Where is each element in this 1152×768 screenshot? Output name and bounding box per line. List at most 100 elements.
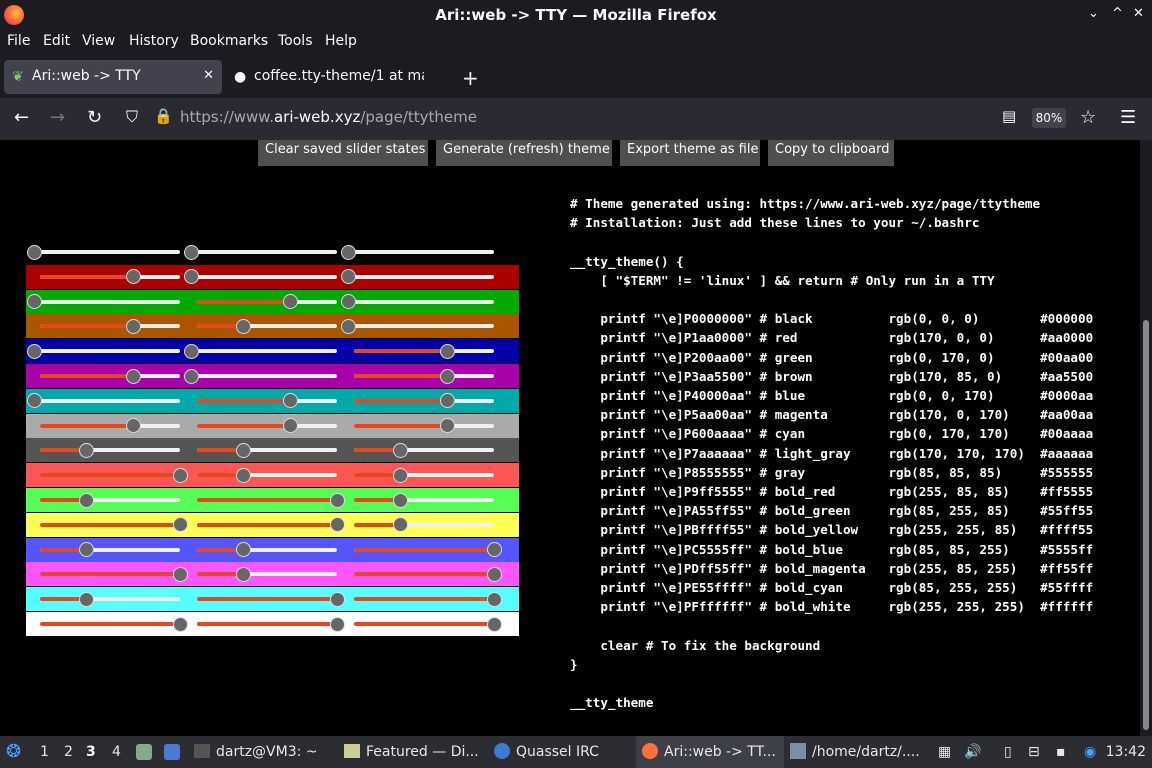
slider-thumb-b[interactable] — [439, 418, 455, 434]
address-bar[interactable]: https://www.ari-web.xyz/page/ttytheme — [180, 108, 477, 126]
maximize-button[interactable]: ^ — [1112, 6, 1123, 21]
slider-thumb-b[interactable] — [340, 269, 356, 285]
slider-track-r[interactable] — [40, 250, 180, 254]
slider-track-r[interactable] — [40, 622, 180, 626]
notification-icon[interactable]: ▪ — [1056, 736, 1066, 768]
tab-ari-web[interactable]: ❦ Ari::web -> TTY ✕ — [4, 60, 222, 94]
slider-track-g[interactable] — [197, 299, 337, 304]
hamburger-menu-icon[interactable]: ☰ — [1120, 107, 1136, 128]
slider-track-b[interactable] — [354, 398, 494, 403]
slider-track-g[interactable] — [197, 398, 337, 403]
slider-track-r[interactable] — [40, 274, 180, 279]
slider-thumb-b[interactable] — [393, 492, 409, 508]
slider-thumb-r[interactable] — [125, 368, 141, 384]
slider-thumb-g[interactable] — [236, 566, 252, 582]
slider-thumb-r[interactable] — [79, 442, 95, 458]
export-theme-button[interactable]: Export theme as file — [620, 140, 760, 166]
slider-thumb-r[interactable] — [172, 517, 188, 533]
slider-thumb-g[interactable] — [183, 343, 199, 359]
copy-clipboard-button[interactable]: Copy to clipboard — [768, 140, 894, 166]
taskbar-item-quassel[interactable]: Quassel IRC — [494, 736, 599, 768]
slider-track-b[interactable] — [354, 250, 494, 254]
slider-thumb-b[interactable] — [439, 343, 455, 359]
slider-track-r[interactable] — [40, 324, 180, 329]
scrollbar-thumb[interactable] — [1143, 320, 1149, 730]
slider-track-g[interactable] — [197, 250, 337, 254]
slider-thumb-r[interactable] — [125, 418, 141, 434]
slider-track-r[interactable] — [40, 423, 180, 428]
slider-thumb-r[interactable] — [172, 566, 188, 582]
menu-file[interactable]: File — [7, 33, 30, 49]
slider-track-g[interactable] — [197, 473, 337, 478]
slider-thumb-g[interactable] — [183, 244, 199, 260]
slider-track-g[interactable] — [197, 324, 337, 329]
slider-thumb-g[interactable] — [282, 294, 298, 310]
new-tab-button[interactable]: + — [462, 66, 479, 90]
notes-icon[interactable]: ▯ — [1004, 736, 1012, 768]
irc-tray-icon[interactable]: ◉ — [1084, 736, 1096, 768]
slider-thumb-b[interactable] — [486, 566, 502, 582]
slider-thumb-b[interactable] — [486, 591, 502, 607]
slider-track-b[interactable] — [354, 498, 494, 502]
slider-thumb-r[interactable] — [79, 542, 95, 558]
slider-thumb-b[interactable] — [439, 368, 455, 384]
slider-thumb-g[interactable] — [282, 393, 298, 409]
slider-track-g[interactable] — [197, 572, 337, 577]
slider-thumb-r[interactable] — [125, 318, 141, 334]
menu-tools[interactable]: Tools — [278, 33, 313, 49]
slider-track-g[interactable] — [197, 448, 337, 453]
slider-thumb-b[interactable] — [340, 244, 356, 260]
clipboard-icon[interactable]: ▦ — [938, 736, 951, 768]
folder-icon[interactable] — [164, 744, 180, 760]
slider-thumb-r[interactable] — [26, 294, 42, 310]
slider-thumb-g[interactable] — [236, 442, 252, 458]
slider-track-g[interactable] — [197, 597, 337, 602]
slider-track-b[interactable] — [354, 423, 494, 428]
slider-track-g[interactable] — [197, 274, 337, 279]
slider-thumb-g[interactable] — [282, 418, 298, 434]
menu-history[interactable]: History — [129, 33, 179, 49]
slider-track-r[interactable] — [40, 572, 180, 577]
taskbar-item-firefox[interactable]: Ari::web -> TT... — [636, 736, 784, 768]
slider-thumb-r[interactable] — [79, 492, 95, 508]
slider-thumb-r[interactable] — [79, 591, 95, 607]
slider-track-b[interactable] — [354, 299, 494, 304]
slider-thumb-b[interactable] — [340, 318, 356, 334]
tab-github[interactable]: ● coffee.tty-theme/1 at ma — [226, 60, 454, 94]
slider-thumb-g[interactable] — [183, 269, 199, 285]
slider-track-r[interactable] — [40, 374, 180, 378]
slider-track-b[interactable] — [354, 374, 494, 378]
slider-track-b[interactable] — [354, 547, 494, 552]
scrollbar[interactable] — [1140, 140, 1152, 736]
slider-thumb-b[interactable] — [393, 442, 409, 458]
taskbar-item-terminal[interactable]: dartz@VM3: ~ — [194, 736, 318, 768]
back-arrow-icon[interactable]: ← — [14, 107, 29, 128]
slider-track-b[interactable] — [354, 349, 494, 354]
slider-thumb-b[interactable] — [340, 294, 356, 310]
slider-track-b[interactable] — [354, 274, 494, 279]
generate-theme-button[interactable]: Generate (refresh) theme — [436, 140, 612, 166]
slider-track-r[interactable] — [40, 398, 180, 403]
shield-icon[interactable]: ⛉ — [126, 107, 138, 127]
slider-track-g[interactable] — [197, 423, 337, 428]
files-icon[interactable] — [136, 744, 152, 760]
slider-track-b[interactable] — [354, 473, 494, 478]
slider-track-b[interactable] — [354, 622, 494, 626]
slider-track-b[interactable] — [354, 572, 494, 577]
slider-track-b[interactable] — [354, 522, 494, 527]
slider-track-b[interactable] — [354, 597, 494, 602]
workspace-2[interactable]: 2 — [64, 736, 73, 768]
minimize-button[interactable]: ⌄ — [1088, 6, 1099, 21]
slider-track-b[interactable] — [354, 448, 494, 453]
slider-thumb-g[interactable] — [236, 318, 252, 334]
clear-slider-states-button[interactable]: Clear saved slider states — [258, 140, 428, 166]
slider-thumb-g[interactable] — [236, 467, 252, 483]
start-menu-icon[interactable]: ❂ — [6, 736, 21, 768]
slider-track-r[interactable] — [40, 597, 180, 602]
slider-track-r[interactable] — [40, 349, 180, 354]
slider-thumb-r[interactable] — [26, 244, 42, 260]
close-tab-icon[interactable]: ✕ — [203, 68, 214, 83]
slider-track-g[interactable] — [197, 498, 337, 502]
slider-track-g[interactable] — [197, 547, 337, 552]
taskbar-item-discover[interactable]: Featured — Di... — [344, 736, 479, 768]
